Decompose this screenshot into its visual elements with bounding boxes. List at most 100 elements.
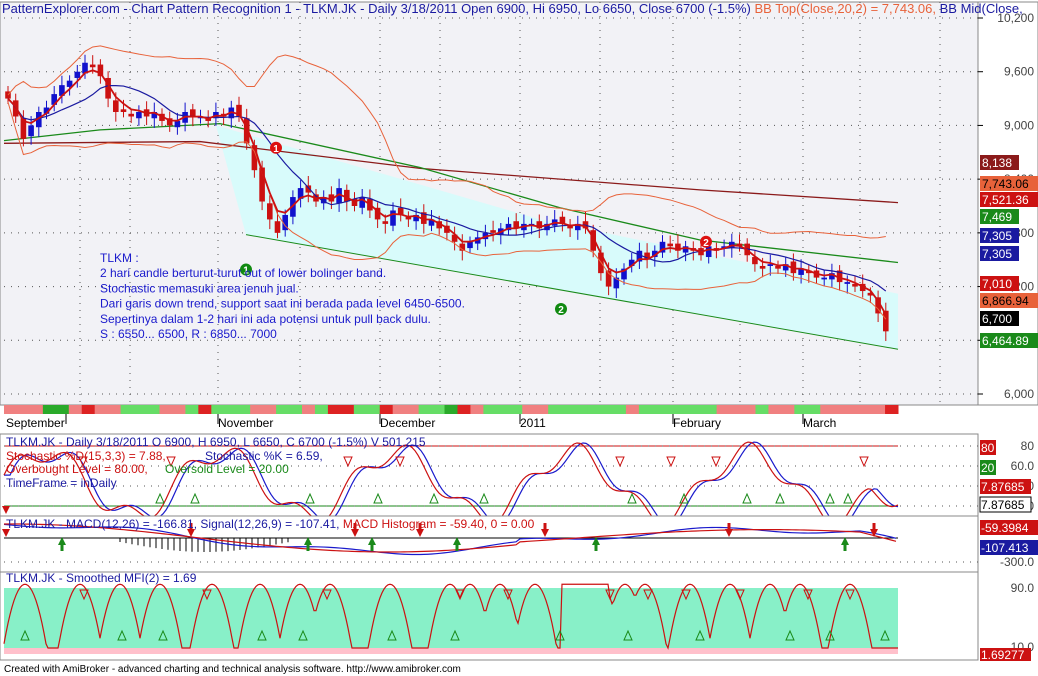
signal-strip-segment [548,405,562,414]
signal-strip-segment [68,405,83,414]
chart-header: PatternExplorer.com - Chart Pattern Reco… [2,1,1023,16]
signal-strip-segment [29,405,44,414]
price-tag-label: 7,305 [982,247,1012,261]
price-tag-label: 7,521.36 [982,193,1029,207]
price-tag-label: 6,464.89 [982,334,1029,348]
candle-body [113,100,119,112]
candle-body [267,203,273,220]
signal-strip-segment [366,405,381,414]
signal-strip-segment [664,405,679,414]
stoch-tick-label: 80 [1021,439,1035,453]
stoch-line2b: Stochastic %K = 6.59, [205,449,323,463]
price-tag-label: 7,305 [982,229,1012,243]
macd-buy-arrow-stem [594,545,598,551]
macd-buy-arrow-stem [60,545,64,551]
macd-title: TLKM.JK - MACD(12,26) = -166.81, Signal(… [6,517,535,531]
annotation-line: Dari garis down trend, support saat ini … [100,297,465,311]
candle-body [844,282,851,284]
candle-body [274,221,281,233]
chart-window: 1 1 2 2 TLKM :2 hari candle berturut-turut o… [0,0,1038,676]
candle-body [190,109,196,117]
price-tag-label: 6,700 [982,312,1012,326]
signal-strip-segment [483,405,497,414]
signal-strip-segment [289,405,303,414]
signal-strip-segment [833,405,847,414]
signal-strip-segment [81,405,96,414]
candle-body [667,243,673,247]
stoch-line2: Stochastic %D(15,3,3) = 7.88, [6,449,166,463]
candle-body [490,230,496,233]
signal-strip-segment [600,405,614,414]
signal-strip-segment [561,405,575,414]
pattern-marker-label: 2 [558,305,564,316]
signal-strip-segment [4,405,18,414]
signal-strip-segment [418,405,433,414]
macd-buy-arrow-stem [455,545,459,551]
signal-strip-segment [94,405,109,414]
candle-body [120,109,127,112]
footer-credit: Created with AmiBroker - advanced charti… [4,664,461,675]
annotation-line: TLKM : [100,251,139,265]
signal-strip-segment [755,405,769,414]
mfi-tick-label: 90.0 [1011,581,1035,595]
signal-strip-segment [470,405,484,414]
signal-strip-segment [872,405,886,414]
candle-body [89,64,96,68]
stoch-tag-label: 7.87685 [981,498,1025,512]
annotation-line: 2 hari candle berturut-turut out of lowe… [100,266,386,280]
signal-strip-segment [794,405,808,414]
signal-strip-segment [55,405,70,414]
stoch-tag-label: 20 [981,461,995,475]
signal-strip-segment [846,405,860,414]
signal-strip-segment [587,405,601,414]
candle-body [344,189,350,202]
stoch-tick-label: 60.0 [1011,459,1035,473]
signal-strip-segment [133,405,148,414]
candle-body [136,112,142,119]
signal-strip-segment [16,405,31,414]
macd-sell-arrow-stem [872,523,876,529]
signal-strip-segment [327,405,342,414]
signal-strip-segment [198,405,212,414]
signal-strip-segment [340,405,355,414]
candle-body [467,241,473,249]
header-title: PatternExplorer.com - Chart Pattern Reco… [2,1,751,16]
stoch-line4: TimeFrame = inDaily [6,476,117,490]
signal-strip-segment [820,405,834,414]
signal-strip-segment [496,405,510,414]
signal-strip-segment [859,405,873,414]
signal-strip-segment [625,405,640,414]
signal-strip-segment [716,405,731,414]
candle-body [390,210,396,226]
price-tag-label: 7,010 [982,277,1012,291]
candle-body [382,221,389,224]
price-tag-label: 6,866.94 [982,294,1029,308]
candle-body [759,265,766,269]
stoch-line3: Overbought Level = 80.00, [6,462,148,476]
signal-strip-segment [457,405,471,414]
signal-strip-segment [651,405,666,414]
signal-strip-segment [885,405,899,414]
chart-canvas[interactable]: 1122TLKM :2 hari candle berturut-turut o… [0,0,1038,676]
annotation-line: Stochastic memasuki area jenuh jual. [100,281,299,295]
signal-strip-segment [612,405,627,414]
mfi-tag-label: 1.69277 [981,648,1025,662]
signal-strip-segment [314,405,329,414]
macd-title-part: MACD Histogram = -59.40, 0 = 0.00 [340,517,535,531]
macd-sell-arrow-stem [543,523,547,529]
price-tag-label: 8,138 [982,156,1012,170]
signal-strip-segment [781,405,795,414]
signal-strip-segment [172,405,186,414]
candle-body [28,125,34,137]
pattern-marker-label: 2 [703,238,709,249]
signal-strip-segment [431,405,446,414]
signal-strip-segment [159,405,173,414]
date-label: March [803,416,836,430]
annotation-line: Sepertinya dalam 1-2 hari ini ada potens… [100,312,431,326]
signal-strip-segment [263,405,277,414]
macd-title-part: TLKM.JK - MACD(12,26) = -166.81, [6,517,197,531]
date-label: November [218,416,273,430]
signal-strip-segment [120,405,135,414]
candle-body [821,277,827,280]
date-label: September [6,416,65,430]
